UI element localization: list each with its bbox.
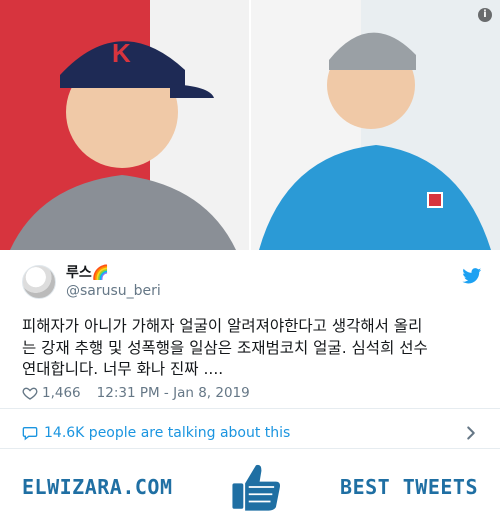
thumbs-up-icon: [232, 464, 281, 511]
tweet-photo-left[interactable]: K: [0, 0, 249, 250]
svg-text:K: K: [112, 38, 131, 68]
twitter-bird-icon[interactable]: [462, 268, 482, 284]
tweet-header: 루스🌈 @sarusu_beri: [22, 262, 482, 302]
timestamp[interactable]: 12:31 PM - Jan 8, 2019: [97, 385, 250, 401]
footer-brand-right[interactable]: BEST TWEETS: [340, 475, 478, 499]
talking-text[interactable]: 14.6K people are talking about this: [44, 425, 290, 441]
display-name[interactable]: 루스🌈: [66, 264, 161, 282]
talking-row[interactable]: 14.6K people are talking about this: [22, 422, 482, 444]
heart-icon[interactable]: [22, 385, 38, 401]
like-count[interactable]: 1,466: [42, 385, 81, 401]
footer-banner: ELWIZARA.COM BEST TWEETS: [0, 450, 500, 524]
tweet-media-grid[interactable]: K i: [0, 0, 500, 250]
tweet-photo-right[interactable]: i: [251, 0, 500, 250]
photo-right-illustration: [251, 0, 500, 250]
tweet-text: 피해자가 아니가 가해자 얼굴이 알려져야한다고 생각해서 올리 는 강재 추행…: [22, 317, 428, 378]
speech-bubble-icon: [22, 427, 38, 441]
avatar[interactable]: [22, 265, 56, 299]
handle[interactable]: @sarusu_beri: [66, 282, 161, 300]
author-names[interactable]: 루스🌈 @sarusu_beri: [66, 264, 161, 300]
divider-bottom: [0, 448, 500, 449]
divider-top: [0, 408, 500, 409]
info-icon[interactable]: i: [478, 8, 492, 22]
photo-left-illustration: K: [0, 0, 249, 250]
chevron-right-icon[interactable]: [460, 422, 482, 444]
footer-brand-left[interactable]: ELWIZARA.COM: [22, 475, 173, 499]
tweet-meta: 1,466 12:31 PM - Jan 8, 2019: [22, 383, 482, 403]
